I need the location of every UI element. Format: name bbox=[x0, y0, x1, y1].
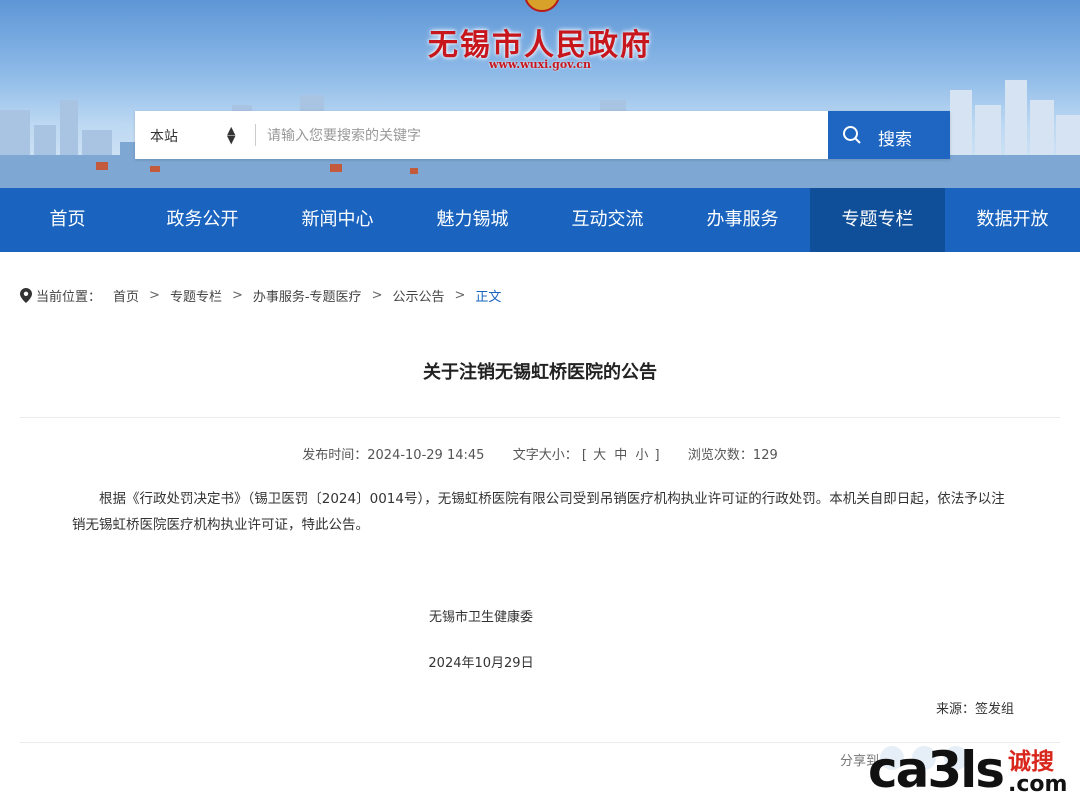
search-button-label: 搜索 bbox=[878, 130, 912, 150]
article-source: 来源：签发组 bbox=[935, 702, 1014, 717]
breadcrumb: 当前位置： 首页 > 专题专栏 > 办事服务-专题医疗 > 公示公告 > 正文 bbox=[20, 284, 501, 306]
breadcrumb-separator: > bbox=[231, 287, 243, 303]
watermark-logo-text: ca3ls bbox=[868, 741, 1005, 799]
nav-item-home[interactable]: 首页 bbox=[0, 188, 135, 252]
watermark-com-text: .com bbox=[1008, 772, 1068, 797]
search-input[interactable] bbox=[265, 119, 819, 153]
bracket: [ bbox=[581, 448, 587, 463]
watermark-cn-text: 诚搜 bbox=[1008, 749, 1054, 775]
search-scope-select[interactable]: 本站 ▲ ▼ bbox=[135, 111, 255, 159]
national-emblem-icon bbox=[524, 0, 560, 12]
nav-item-news[interactable]: 新闻中心 bbox=[270, 188, 405, 252]
font-size-large-button[interactable]: 大 bbox=[591, 448, 608, 463]
breadcrumb-separator: > bbox=[454, 287, 466, 303]
search-scope-value: 本站 bbox=[150, 129, 178, 145]
nav-item-government-affairs[interactable]: 政务公开 bbox=[135, 188, 270, 252]
publish-time: 2024-10-29 14:45 bbox=[367, 448, 485, 463]
watermark-logo: ca3ls 诚搜 .com bbox=[868, 738, 1078, 804]
header-banner: 无锡市人民政府 www.wuxi.gov.cn bbox=[0, 0, 1080, 188]
article-meta: 发布时间：2024-10-29 14:45 文字大小： [ 大 中 小 ] 浏览… bbox=[0, 444, 1080, 463]
breadcrumb-special-topics[interactable]: 专题专栏 bbox=[170, 286, 222, 305]
breadcrumb-medical-services[interactable]: 办事服务-专题医疗 bbox=[253, 286, 362, 305]
updown-arrow-icon: ▲ ▼ bbox=[227, 124, 236, 146]
bracket: ] bbox=[654, 448, 660, 463]
breadcrumb-home[interactable]: 首页 bbox=[113, 286, 139, 305]
font-size-label: 文字大小： bbox=[512, 448, 578, 463]
article-body: 根据《行政处罚决定书》（锡卫医罚〔2024〕0014号），无锡虹桥医院有限公司受… bbox=[72, 491, 1005, 533]
view-count-label: 浏览次数： bbox=[687, 448, 753, 463]
font-size-medium-button[interactable]: 中 bbox=[612, 448, 629, 463]
breadcrumb-label: 当前位置： bbox=[36, 289, 102, 305]
search-icon bbox=[843, 126, 861, 144]
article-title: 关于注销无锡虹桥医院的公告 bbox=[423, 362, 657, 383]
nav-item-special-topics[interactable]: 专题专栏 bbox=[810, 188, 945, 252]
font-size-small-button[interactable]: 小 bbox=[633, 448, 650, 463]
nav-item-open-data[interactable]: 数据开放 bbox=[945, 188, 1080, 252]
search-button[interactable]: 搜索 bbox=[828, 111, 950, 159]
nav-item-city[interactable]: 魅力锡城 bbox=[405, 188, 540, 252]
nav-item-services[interactable]: 办事服务 bbox=[675, 188, 810, 252]
view-count: 129 bbox=[752, 448, 778, 463]
breadcrumb-separator: > bbox=[149, 287, 160, 303]
breadcrumb-announcements[interactable]: 公示公告 bbox=[392, 286, 444, 305]
site-url: www.wuxi.gov.cn bbox=[488, 58, 591, 71]
breadcrumb-separator: > bbox=[371, 287, 383, 303]
breadcrumb-current: 正文 bbox=[475, 289, 502, 305]
search-bar: 本站 ▲▼ 搜索 bbox=[135, 111, 950, 159]
divider bbox=[255, 124, 256, 146]
title-divider bbox=[20, 417, 1060, 418]
article-date: 2024年10月29日 bbox=[428, 656, 534, 671]
nav-item-interaction[interactable]: 互动交流 bbox=[540, 188, 675, 252]
article-signature: 无锡市卫生健康委 bbox=[428, 610, 533, 625]
location-pin-icon bbox=[20, 287, 32, 303]
publish-time-label: 发布时间： bbox=[302, 448, 368, 463]
main-nav: 首页 政务公开 新闻中心 魅力锡城 互动交流 办事服务 专题专栏 数据开放 bbox=[0, 188, 1080, 252]
